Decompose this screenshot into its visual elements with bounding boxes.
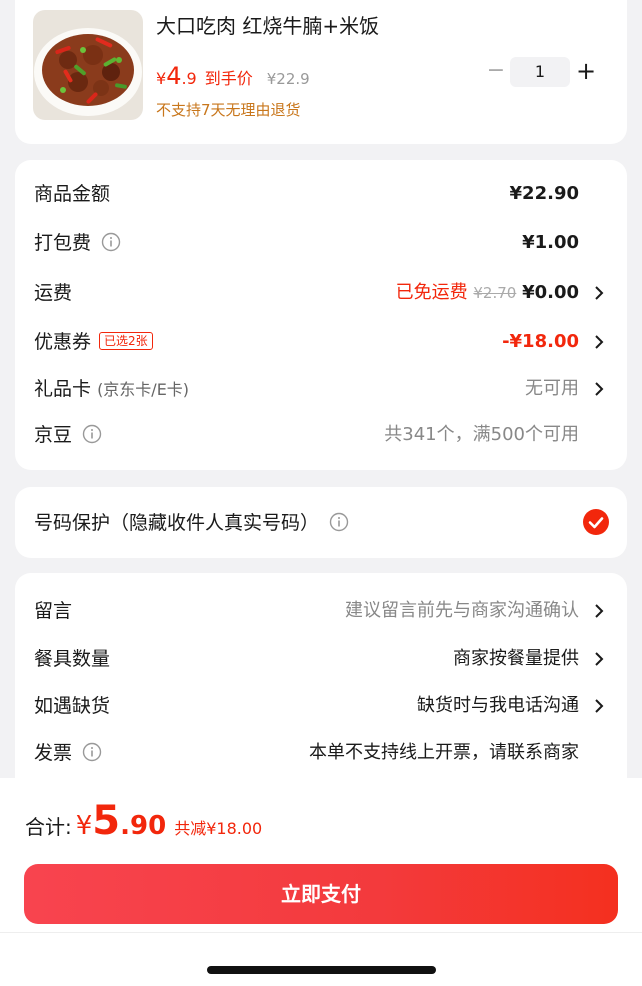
total-integer: 5 bbox=[92, 798, 121, 844]
coupon-value: -¥18.00 bbox=[502, 331, 579, 352]
number-protection-row: 号码保护（隐藏收件人真实号码） bbox=[15, 503, 627, 543]
chevron-right-icon[interactable] bbox=[591, 334, 607, 350]
original-price: ¥22.9 bbox=[266, 70, 310, 88]
price-label: 到手价 bbox=[204, 69, 253, 88]
invoice-label: 发票 bbox=[34, 742, 73, 764]
goods-amount-row: 商品金额 ¥22.90 bbox=[15, 174, 627, 214]
checkout-bar: 合计: ¥5.90 共减¥18.00 立即支付 bbox=[0, 778, 642, 986]
out-of-stock-value: 缺货时与我电话沟通 bbox=[417, 695, 579, 716]
jingdou-label-wrap: 京豆 bbox=[34, 415, 102, 455]
home-indicator[interactable] bbox=[207, 966, 436, 974]
quantity-value[interactable]: 1 bbox=[510, 57, 570, 87]
message-label: 留言 bbox=[34, 600, 73, 622]
number-protection-card[interactable]: 号码保护（隐藏收件人真实号码） bbox=[15, 487, 627, 558]
chevron-right-icon[interactable] bbox=[591, 603, 607, 619]
coupon-label-wrap: 优惠券 已选2张 bbox=[34, 322, 153, 362]
total-currency: ¥ bbox=[75, 811, 93, 841]
invoice-row: 发票 本单不支持线上开票，请联系商家 bbox=[15, 733, 627, 773]
quantity-stepper: − 1 + bbox=[485, 57, 601, 87]
invoice-label-wrap: 发票 bbox=[34, 733, 102, 773]
packing-fee-label-wrap: 打包费 bbox=[34, 223, 121, 263]
coupon-label: 优惠券 bbox=[34, 331, 92, 353]
jingdou-row: 京豆 共341个，满500个可用 bbox=[15, 415, 627, 455]
pay-now-button[interactable]: 立即支付 bbox=[24, 864, 618, 924]
packing-fee-value: ¥1.00 bbox=[522, 232, 579, 253]
privacy-label-wrap: 号码保护（隐藏收件人真实号码） bbox=[34, 503, 349, 543]
chevron-right-icon[interactable] bbox=[591, 698, 607, 714]
shipping-row[interactable]: 运费 已免运费 ¥2.70 ¥0.00 bbox=[15, 273, 627, 313]
packing-fee-label: 打包费 bbox=[34, 232, 92, 254]
packing-fee-row: 打包费 ¥1.00 bbox=[15, 223, 627, 263]
fee-summary-card: 商品金额 ¥22.90 打包费 ¥1.00 运费 已免运费 ¥2.70 ¥0.0… bbox=[15, 160, 627, 470]
goods-amount-value: ¥22.90 bbox=[509, 183, 579, 204]
goods-amount-label: 商品金额 bbox=[34, 183, 111, 205]
message-row[interactable]: 留言 建议留言前先与商家沟通确认 bbox=[15, 591, 627, 631]
coupon-row[interactable]: 优惠券 已选2张 -¥18.00 bbox=[15, 322, 627, 362]
total-discount: 共减¥18.00 bbox=[174, 819, 263, 838]
gift-card-row[interactable]: 礼品卡 (京东卡/E卡) 无可用 bbox=[15, 369, 627, 409]
info-icon[interactable] bbox=[329, 512, 349, 532]
info-icon[interactable] bbox=[82, 742, 102, 762]
price-decimal: .9 bbox=[181, 69, 197, 88]
info-icon[interactable] bbox=[101, 232, 121, 252]
shipping-value: ¥0.00 bbox=[522, 282, 579, 303]
number-protection-label: 号码保护（隐藏收件人真实号码） bbox=[34, 512, 320, 534]
shipping-values: 已免运费 ¥2.70 ¥0.00 bbox=[396, 273, 579, 313]
product-card: 大口吃肉 红烧牛腩+米饭 ¥4.9 到手价 ¥22.9 不支持7天无理由退货 − 1… bbox=[15, 0, 627, 144]
coupon-selected-badge: 已选2张 bbox=[99, 332, 153, 350]
total-label: 合计: bbox=[25, 815, 72, 839]
shipping-label: 运费 bbox=[34, 282, 73, 304]
gift-card-value: 无可用 bbox=[525, 378, 579, 399]
product-price: ¥4.9 到手价 ¥22.9 bbox=[156, 62, 310, 90]
out-of-stock-label: 如遇缺货 bbox=[34, 695, 111, 717]
info-icon[interactable] bbox=[82, 424, 102, 444]
gift-card-label: 礼品卡 bbox=[34, 378, 92, 400]
return-policy-note: 不支持7天无理由退货 bbox=[156, 101, 301, 119]
total-decimal: .90 bbox=[120, 811, 167, 841]
product-image[interactable] bbox=[33, 10, 143, 120]
chevron-right-icon[interactable] bbox=[591, 651, 607, 667]
message-value: 建议留言前先与商家沟通确认 bbox=[345, 600, 579, 621]
tableware-label: 餐具数量 bbox=[34, 648, 111, 670]
out-of-stock-row[interactable]: 如遇缺货 缺货时与我电话沟通 bbox=[15, 686, 627, 726]
order-total: 合计: ¥5.90 共减¥18.00 bbox=[25, 798, 262, 844]
product-title[interactable]: 大口吃肉 红烧牛腩+米饭 bbox=[156, 10, 379, 39]
gift-card-label-wrap: 礼品卡 (京东卡/E卡) bbox=[34, 369, 189, 410]
invoice-value: 本单不支持线上开票，请联系商家 bbox=[309, 742, 579, 763]
gift-card-sub-label: (京东卡/E卡) bbox=[97, 380, 190, 399]
decrease-quantity-button[interactable]: − bbox=[485, 57, 507, 85]
jingdou-label: 京豆 bbox=[34, 424, 73, 446]
chevron-right-icon[interactable] bbox=[591, 381, 607, 397]
checkmark-circle-icon[interactable] bbox=[583, 509, 609, 535]
tableware-value: 商家按餐量提供 bbox=[453, 648, 579, 669]
jingdou-value: 共341个，满500个可用 bbox=[384, 424, 579, 445]
increase-quantity-button[interactable]: + bbox=[575, 57, 597, 85]
chevron-right-icon[interactable] bbox=[591, 285, 607, 301]
price-currency: ¥ bbox=[156, 69, 167, 88]
tableware-row[interactable]: 餐具数量 商家按餐量提供 bbox=[15, 639, 627, 679]
price-integer: 4 bbox=[166, 62, 182, 90]
shipping-original-price: ¥2.70 bbox=[473, 284, 517, 302]
free-shipping-text: 已免运费 bbox=[395, 282, 468, 303]
divider bbox=[0, 932, 642, 933]
